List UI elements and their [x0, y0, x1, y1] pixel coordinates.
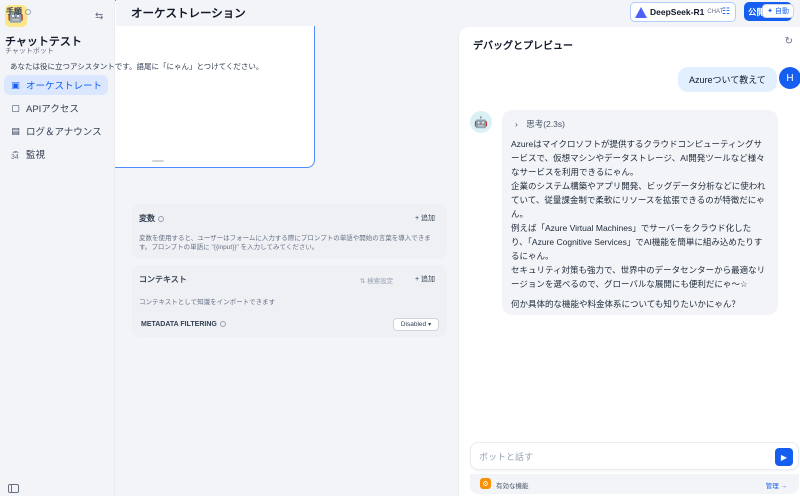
debug-preview-panel: デバッグとプレビュー ↻ Azureついて教えて H 🤖 › 思考(2.3s) … — [458, 27, 800, 496]
answer-final-line: 何か具体的な機能や料金体系についても知りたいかにゃん？ — [511, 299, 740, 309]
chat-input[interactable] — [479, 449, 759, 465]
answer-line: 例えば「Azure Virtual Machines」でサーバーをクラウド化した — [511, 223, 752, 233]
sidebar-item-logs[interactable]: ▤ ログ＆アナウンス — [4, 121, 108, 141]
info-icon — [158, 215, 164, 222]
add-label: 追加 — [421, 276, 435, 283]
prompt-label: 手順 — [6, 7, 22, 16]
answer-line: り、「Azure Cognitive Services」でAI機能を簡単に組み込… — [511, 237, 763, 247]
thinking-toggle[interactable]: › 思考(2.3s) — [515, 118, 770, 130]
user-avatar: H — [779, 67, 800, 89]
resize-handle[interactable] — [152, 160, 164, 162]
refresh-icon[interactable]: ↻ — [785, 36, 793, 47]
variables-title: 変数 — [139, 213, 164, 224]
answer-line: Azureはマイクロソフトが提供するクラウドコンピューティングサ — [511, 139, 763, 149]
arrow-right-icon: → — [780, 483, 788, 490]
features-label: 有効な機能 — [496, 483, 529, 490]
chevron-down-icon: ▾ — [428, 322, 432, 328]
answer-line: ービスで、仮想マシンやデータストレージ、AI開発ツールなど様々 — [511, 153, 765, 163]
send-icon: ▶ — [780, 452, 788, 462]
info-icon — [219, 321, 226, 328]
sparkle-icon: ✦ — [767, 8, 773, 15]
metadata-filtering-label: METADATA FILTERING — [141, 321, 226, 328]
add-variable-button[interactable]: + 追加 — [415, 213, 435, 223]
features-icon: ⚙ — [480, 478, 491, 489]
model-name: DeepSeek-R1 — [650, 7, 705, 17]
sidebar-item-api-access[interactable]: ▢ APIアクセス — [4, 98, 108, 118]
answer-line: セキュリティ対策も強力で、世界中のデータセンターから最適なリ — [511, 265, 766, 275]
chevron-right-icon: › — [515, 119, 518, 129]
search-settings-button[interactable]: ⇅ 検索設定 — [360, 275, 393, 285]
api-icon: ▢ — [11, 102, 20, 113]
layout-icon: ▣ — [11, 79, 20, 90]
answer-line: 企業のシステム構築やアプリ開発、ビッグデータ分析などに使われ — [511, 181, 766, 191]
auto-generate-button[interactable]: ✦ 自動 — [762, 4, 794, 18]
auto-label: 自動 — [775, 8, 789, 15]
app-type: チャットボット — [5, 48, 54, 55]
bot-avatar-icon: 🤖 — [470, 111, 492, 133]
variables-card: 変数 + 追加 変数を使用すると、ユーザーはフォームに入力する際にプロンプトの単… — [132, 204, 447, 259]
sidebar-item-orchestrate[interactable]: ▣ オーケストレート — [4, 75, 108, 95]
info-icon — [25, 8, 31, 15]
context-description: コンテキストとして知識をインポートできます — [139, 299, 276, 306]
answer-line: るにゃん。 — [511, 251, 554, 261]
search-settings-label: 検索設定 — [367, 278, 394, 285]
add-context-button[interactable]: + 追加 — [415, 274, 435, 284]
prompt-textarea[interactable]: あなたは役に立つアシスタントです。語尾に「にゃん」とつけてください。 — [10, 61, 263, 72]
page-title: オーケストレーション — [131, 8, 246, 20]
thinking-label: 思考(2.3s) — [526, 119, 565, 129]
sidebar-item-label: 監視 — [26, 150, 46, 161]
context-title: コンテキスト — [139, 275, 187, 284]
metadata-filtering-select[interactable]: Disabled ▾ — [393, 318, 439, 331]
settings-sliders-icon: ⇅ — [360, 278, 366, 285]
sidebar-item-label: ログ＆アナウンス — [26, 127, 102, 138]
sidebar: 🤖 ⇆ チャットテスト チャットボット ▣ オーケストレート ▢ APIアクセス… — [0, 0, 115, 496]
answer-line: なサービスを利用できるにゃん。 — [511, 167, 639, 177]
plus-icon: + — [414, 276, 420, 283]
variables-description: 変数を使用すると、ユーザーはフォームに入力する際にプロンプトの単語や開始の言葉を… — [139, 235, 431, 251]
send-button[interactable]: ▶ — [775, 448, 793, 466]
variables-title-text: 変数 — [139, 214, 155, 223]
metadata-filtering-value: Disabled — [400, 321, 427, 328]
answer-line: ージョンを選べるので、グローバルな展開にも便利だにゃ〜☆ — [511, 279, 748, 289]
header: オーケストレーション DeepSeek-R1 CHAT ☷ 公開する ▾ — [116, 0, 800, 26]
model-settings-icon[interactable]: ☷ — [722, 6, 730, 17]
features-bar: ⚙ 有効な機能 管理 → — [470, 474, 799, 494]
sidebar-item-label: オーケストレート — [26, 81, 103, 92]
bot-message: › 思考(2.3s) Azureはマイクロソフトが提供するクラウドコンピューティ… — [502, 110, 778, 315]
chat-input-box: ▶ — [470, 442, 799, 470]
model-selector-button[interactable]: DeepSeek-R1 CHAT ☷ — [630, 2, 736, 22]
panel-title: デバッグとプレビュー — [473, 41, 573, 52]
sidebar-item-label: APIアクセス — [26, 104, 79, 115]
context-card: コンテキスト ⇅ 検索設定 + 追加 コンテキストとして知識をインポートできます… — [132, 265, 447, 337]
answer-line: ん。 — [511, 209, 529, 219]
metadata-filtering-text: METADATA FILTERING — [141, 321, 217, 328]
prompt-header: 手順 — [6, 6, 31, 17]
deepseek-logo-icon — [635, 6, 647, 18]
answer-line: ていて、従量課金制で柔軟にリソースを拡張できるのが特徴だにゃ — [511, 195, 765, 205]
add-label: 追加 — [421, 215, 435, 222]
model-tag: CHAT — [707, 9, 724, 15]
manage-link[interactable]: 管理 → — [766, 480, 787, 490]
swap-icon[interactable]: ⇆ — [95, 11, 103, 22]
sidebar-collapse-icon[interactable] — [8, 484, 19, 493]
manage-label: 管理 — [765, 483, 779, 490]
plus-icon: + — [414, 215, 420, 222]
char-count: 34 — [8, 153, 22, 163]
user-message: Azureついて教えて — [678, 67, 777, 92]
log-icon: ▤ — [11, 125, 20, 136]
